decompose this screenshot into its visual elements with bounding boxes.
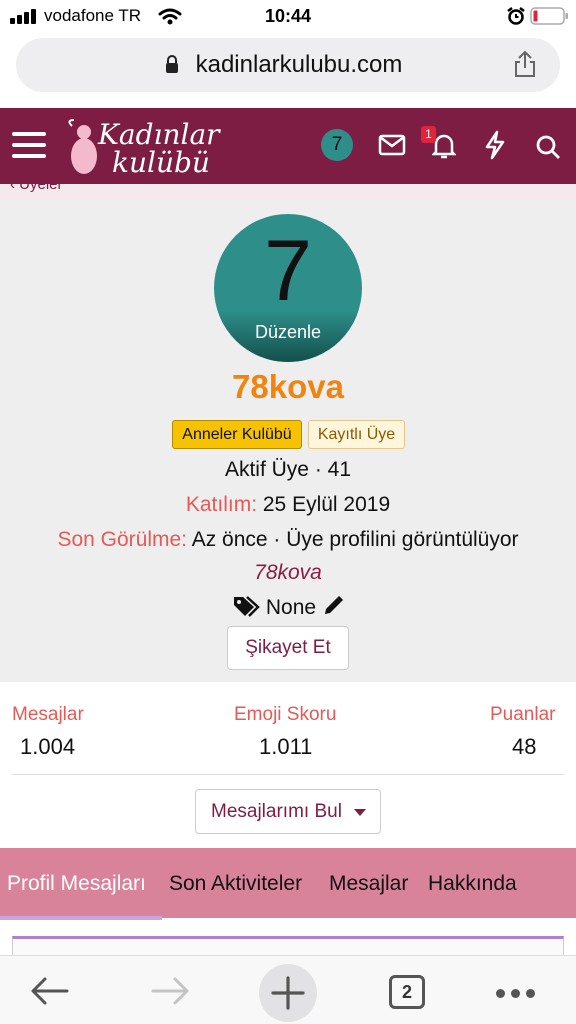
alarm-icon bbox=[507, 7, 525, 25]
plus-icon bbox=[271, 976, 305, 1010]
logo-text-line2[interactable]: kulübü bbox=[112, 146, 210, 179]
user-rank: Aktif Üye · 41 bbox=[224, 458, 352, 481]
tags-icon bbox=[234, 596, 260, 617]
joined-date: 25 Eylül 2019 bbox=[262, 493, 391, 516]
tab-about[interactable]: Hakkında bbox=[428, 872, 517, 896]
site-header: Kadınlar kulübü bbox=[0, 108, 576, 184]
chevron-down-icon bbox=[354, 809, 366, 816]
share-icon[interactable] bbox=[513, 50, 537, 78]
stat-emoji-value[interactable]: 1.011 bbox=[259, 734, 312, 760]
active-tab-indicator bbox=[0, 916, 162, 920]
address-bar[interactable]: kadinlarkulubu.com bbox=[16, 38, 560, 92]
notification-badge: 1 bbox=[421, 126, 436, 143]
divider bbox=[12, 774, 564, 775]
battery-icon bbox=[530, 7, 568, 25]
stat-messages-value[interactable]: 1.004 bbox=[20, 734, 75, 760]
mail-icon[interactable] bbox=[378, 134, 406, 156]
user-tags-value: None bbox=[265, 596, 317, 619]
user-banner-role: Kayıtlı Üye bbox=[308, 420, 405, 449]
clock: 10:44 bbox=[264, 6, 312, 26]
stat-points-label: Puanlar bbox=[490, 704, 556, 725]
profile-username: 78kova bbox=[232, 368, 344, 405]
profile-avatar[interactable]: 7 Düzenle bbox=[214, 214, 362, 362]
stat-points-value[interactable]: 48 bbox=[512, 734, 536, 760]
tab-count-button[interactable]: 2 bbox=[389, 975, 425, 1009]
new-tab-button[interactable] bbox=[259, 964, 317, 1022]
back-arrow-icon[interactable] bbox=[30, 976, 70, 1006]
last-seen-row: Son Görülme: Az önce · Üye profilini gör… bbox=[0, 528, 576, 552]
report-button[interactable]: Şikayet Et bbox=[227, 626, 349, 670]
lightning-icon[interactable] bbox=[484, 130, 506, 160]
browser-toolbar: 2 bbox=[0, 955, 576, 1024]
breadcrumb[interactable]: ‹ Üyeler bbox=[0, 184, 576, 200]
find-messages-button[interactable]: Mesajlarımı Bul bbox=[195, 789, 381, 834]
pencil-icon[interactable] bbox=[322, 595, 344, 617]
tab-recent-activity[interactable]: Son Aktiviteler bbox=[169, 872, 302, 896]
avatar-edit-link[interactable]: Düzenle bbox=[214, 322, 362, 343]
status-bar: vodafone TR 10:44 bbox=[0, 0, 576, 34]
profile-tabs: Profil Mesajları Son Aktiviteler Mesajla… bbox=[0, 848, 576, 918]
search-icon[interactable] bbox=[535, 134, 561, 160]
joined-label: Katılım: bbox=[185, 493, 258, 516]
joined-row: Katılım: 25 Eylül 2019 bbox=[0, 493, 576, 517]
header-user-avatar[interactable]: 7 bbox=[321, 129, 353, 161]
stat-messages-label: Mesajlar bbox=[12, 704, 84, 725]
profile-card: 7 Düzenle 78kova Anneler Kulübü Kayıtlı … bbox=[0, 200, 576, 682]
profile-messages-panel bbox=[12, 936, 564, 956]
tab-profile-messages[interactable]: Profil Mesajları bbox=[7, 872, 146, 896]
menu-icon[interactable] bbox=[12, 130, 46, 160]
forward-arrow-icon[interactable] bbox=[150, 976, 190, 1006]
breadcrumb-item[interactable]: ‹ Üyeler bbox=[10, 184, 63, 193]
user-tags-row: None bbox=[0, 595, 576, 620]
avatar-letter: 7 bbox=[264, 223, 312, 319]
user-banner-group: Anneler Kulübü bbox=[172, 420, 302, 449]
tab-messages[interactable]: Mesajlar bbox=[329, 872, 408, 896]
last-seen-label: Son Görülme: bbox=[57, 528, 188, 551]
stat-emoji-label: Emoji Skoru bbox=[234, 704, 337, 725]
viewing-user-link[interactable]: 78kova bbox=[0, 561, 576, 585]
last-seen-value: Az önce · Üye profilini görüntülüyor bbox=[191, 528, 519, 551]
url-text: kadinlarkulubu.com bbox=[195, 51, 403, 78]
find-messages-label: Mesajlarımı Bul bbox=[211, 801, 342, 822]
